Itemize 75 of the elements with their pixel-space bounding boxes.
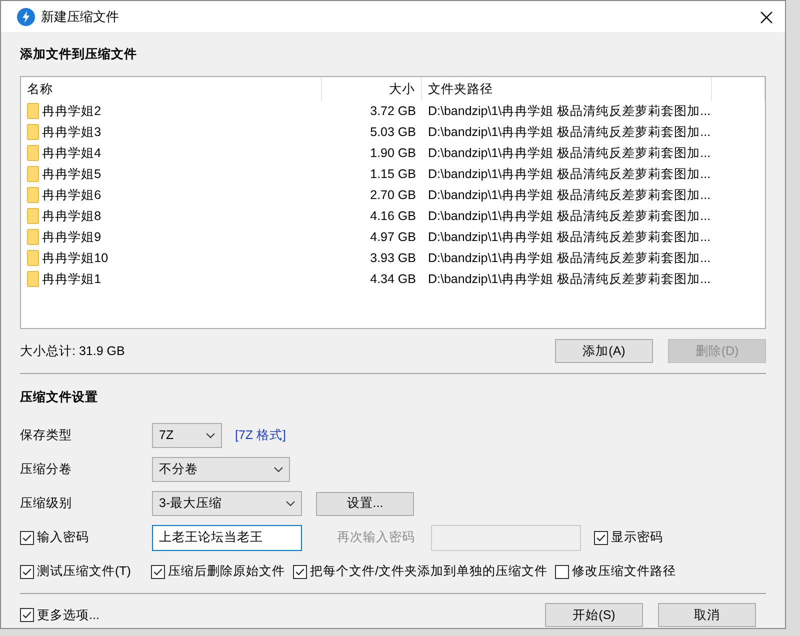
file-name: 冉冉学姐10 (42, 250, 108, 267)
dropdown[interactable]: 3-最大压缩 (152, 491, 302, 516)
file-size: 4.34 GB (369, 271, 417, 288)
checkbox-label[interactable]: 更多选项... (37, 606, 100, 624)
folder-path: D:\bandzip\1\冉冉学姐 极品清纯反差萝莉套图加... (427, 103, 712, 120)
close-icon (760, 10, 773, 24)
checkbox[interactable] (594, 530, 608, 545)
column-header[interactable]: 名称 (21, 76, 322, 101)
window-title: 新建压缩文件 (41, 8, 120, 26)
file-name: 冉冉学姐5 (42, 166, 102, 183)
checkbox[interactable] (293, 564, 307, 579)
field-label: 压缩级别 (20, 495, 73, 512)
dropdown[interactable]: 不分卷 (152, 457, 290, 482)
field-label: 压缩分卷 (20, 461, 73, 478)
add-button[interactable]: 添加(A) (555, 338, 653, 363)
folder-icon (27, 145, 39, 162)
checkbox[interactable] (20, 564, 34, 579)
file-size: 4.16 GB (369, 208, 417, 225)
file-name: 冉冉学姐8 (42, 208, 102, 225)
folder-path: D:\bandzip\1\冉冉学姐 极品清纯反差萝莉套图加... (427, 145, 712, 162)
folder-path: D:\bandzip\1\冉冉学姐 极品清纯反差萝莉套图加... (427, 208, 712, 225)
field-label: 再次输入密码 (337, 529, 415, 546)
folder-path: D:\bandzip\1\冉冉学姐 极品清纯反差萝莉套图加... (427, 166, 712, 183)
folder-path: D:\bandzip\1\冉冉学姐 极品清纯反差萝莉套图加... (427, 124, 712, 141)
file-size: 1.90 GB (369, 145, 417, 162)
app-icon (17, 8, 35, 26)
checkbox-label[interactable]: 测试压缩文件(T) (37, 562, 131, 581)
file-size: 1.15 GB (369, 166, 417, 183)
folder-path: D:\bandzip\1\冉冉学姐 极品清纯反差萝莉套图加... (427, 250, 712, 267)
section-heading: 压缩文件设置 (20, 388, 99, 406)
file-name: 冉冉学姐3 (42, 124, 102, 141)
folder-path: D:\bandzip\1\冉冉学姐 极品清纯反差萝莉套图加... (427, 271, 712, 288)
settings-button[interactable]: 设置... (316, 492, 414, 516)
checkbox-label[interactable]: 把每个文件/文件夹添加到单独的压缩文件 (310, 562, 548, 581)
checkbox-label[interactable]: 显示密码 (611, 528, 663, 547)
caret-icon (274, 466, 283, 473)
folder-path: D:\bandzip\1\冉冉学姐 极品清纯反差萝莉套图加... (427, 187, 712, 204)
checkbox[interactable] (20, 608, 34, 622)
field-label: 保存类型 (20, 427, 73, 444)
dropdown[interactable]: 7Z (152, 423, 222, 448)
column-header[interactable]: 文件夹路径 (422, 76, 712, 101)
file-name: 冉冉学姐2 (42, 103, 102, 120)
checkbox-label[interactable]: 修改压缩文件路径 (572, 562, 676, 581)
caret-icon (206, 432, 215, 439)
format-link[interactable]: [7Z 格式] (235, 426, 286, 445)
checkbox[interactable] (151, 564, 165, 579)
file-size: 2.70 GB (369, 187, 417, 204)
password-field[interactable]: 上老王论坛当老王 (152, 524, 302, 551)
file-name: 冉冉学姐4 (42, 145, 102, 162)
folder-icon (27, 166, 39, 182)
folder-icon (27, 103, 39, 120)
folder-icon (27, 208, 39, 224)
file-name: 冉冉学姐9 (42, 229, 102, 246)
folder-icon (27, 250, 39, 266)
column-header[interactable]: 大小 (322, 76, 422, 101)
section-heading: 添加文件到压缩文件 (20, 46, 138, 64)
folder-icon (27, 187, 39, 204)
checkbox-label[interactable]: 压缩后删除原始文件 (168, 562, 285, 581)
total-size: 大小总计: 31.9 GB (20, 342, 125, 360)
folder-icon (27, 271, 39, 288)
file-name: 冉冉学姐6 (42, 187, 102, 204)
file-size: 3.93 GB (369, 250, 417, 267)
checkbox-label[interactable]: 输入密码 (37, 528, 89, 547)
cancel-button[interactable]: 取消 (658, 603, 756, 628)
checkbox[interactable] (555, 564, 569, 579)
file-size: 4.97 GB (369, 229, 417, 246)
file-size: 5.03 GB (369, 124, 417, 141)
checkbox[interactable] (20, 530, 34, 545)
folder-icon (27, 229, 39, 246)
folder-icon (27, 124, 39, 140)
caret-icon (286, 500, 295, 507)
folder-path: D:\bandzip\1\冉冉学姐 极品清纯反差萝莉套图加... (427, 229, 712, 246)
file-name: 冉冉学姐1 (42, 271, 102, 288)
file-size: 3.72 GB (369, 103, 417, 120)
start-button[interactable]: 开始(S) (545, 603, 643, 628)
